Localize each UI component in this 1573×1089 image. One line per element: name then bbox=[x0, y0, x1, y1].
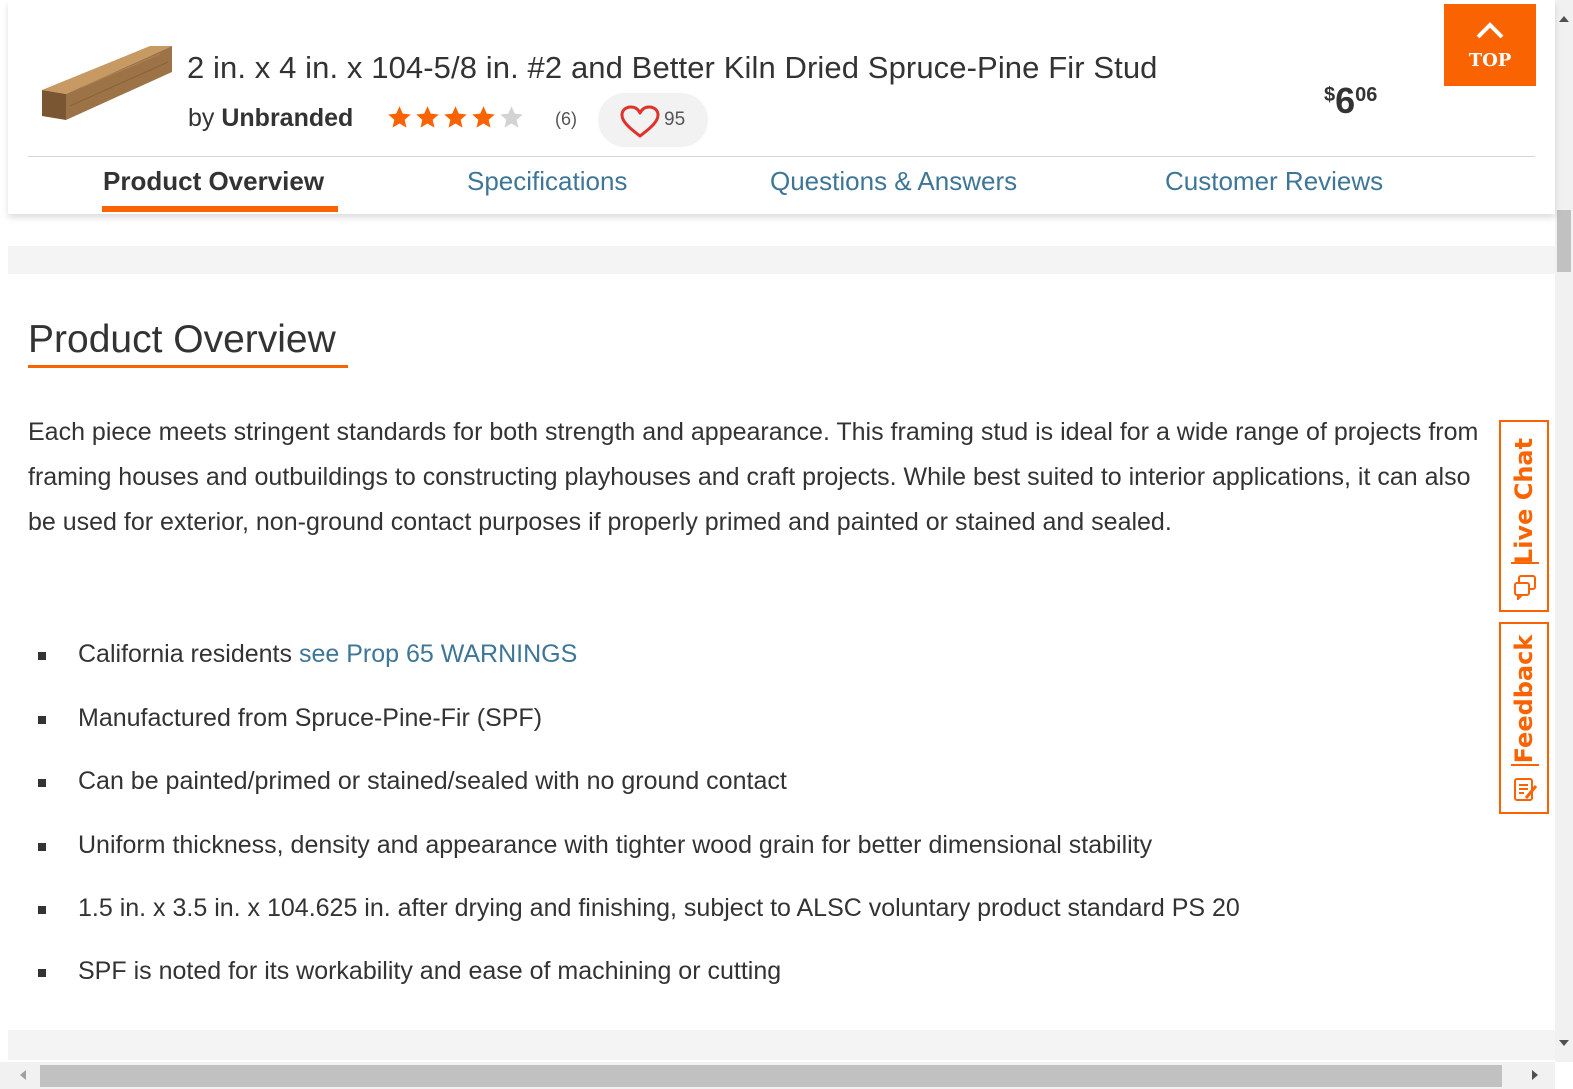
section-title-underline bbox=[28, 365, 348, 368]
section-separator bbox=[8, 246, 1555, 274]
price-dollars: 6 bbox=[1335, 80, 1356, 121]
heart-icon bbox=[620, 105, 660, 138]
star-icon bbox=[500, 106, 523, 128]
feedback-separator bbox=[1511, 764, 1539, 766]
bullet-marker bbox=[38, 969, 46, 977]
brand-byline: by Unbranded bbox=[188, 104, 353, 133]
bullet-marker bbox=[38, 652, 46, 660]
list-item-text: Uniform thickness, density and appearanc… bbox=[78, 831, 1153, 859]
feedback-label: Feedback bbox=[1510, 634, 1538, 764]
price-currency: $ bbox=[1324, 84, 1336, 106]
sticky-product-header: 2 in. x 4 in. x 104-5/8 in. #2 and Bette… bbox=[8, 0, 1555, 214]
product-thumbnail[interactable] bbox=[40, 42, 176, 124]
scroll-down-arrow-icon[interactable] bbox=[1558, 1038, 1570, 1048]
feedback-tab[interactable]: Feedback bbox=[1499, 622, 1549, 814]
product-description: Each piece meets stringent standards for… bbox=[28, 418, 1479, 536]
live-chat-separator bbox=[1511, 562, 1539, 564]
star-rating[interactable] bbox=[386, 104, 526, 131]
favorites-count: 95 bbox=[664, 109, 686, 130]
by-prefix: by bbox=[188, 104, 215, 132]
chevron-up-icon bbox=[1476, 22, 1504, 39]
product-price: $606 bbox=[1324, 80, 1377, 122]
list-item-text: SPF is noted for its workability and eas… bbox=[78, 957, 782, 985]
bullet-marker bbox=[38, 779, 46, 787]
star-icon bbox=[388, 106, 411, 128]
favorite-button[interactable]: 95 bbox=[598, 93, 708, 147]
tab-customer-reviews[interactable]: Customer Reviews bbox=[1165, 166, 1383, 197]
prop65-warnings-link[interactable]: see Prop 65 WARNINGS bbox=[299, 640, 577, 668]
top-label: TOP bbox=[1468, 50, 1512, 71]
chat-bubbles-icon bbox=[1514, 575, 1536, 600]
review-count[interactable]: (6) bbox=[555, 109, 577, 130]
tab-questions-answers[interactable]: Questions & Answers bbox=[770, 166, 1017, 197]
live-chat-tab[interactable]: Live Chat bbox=[1499, 420, 1549, 612]
prop65-prefix: California residents bbox=[78, 640, 292, 668]
active-tab-indicator bbox=[102, 206, 338, 212]
price-cents: 06 bbox=[1355, 84, 1378, 106]
star-icon bbox=[416, 106, 439, 128]
brand-link[interactable]: Unbranded bbox=[221, 104, 353, 132]
scroll-left-arrow-icon[interactable] bbox=[18, 1069, 28, 1081]
list-item-text: Manufactured from Spruce-Pine-Fir (SPF) bbox=[78, 704, 543, 732]
back-to-top-button[interactable]: TOP bbox=[1444, 4, 1536, 86]
bullet-marker bbox=[38, 843, 46, 851]
live-chat-label: Live Chat bbox=[1510, 437, 1538, 565]
bullet-marker bbox=[38, 716, 46, 724]
scroll-right-arrow-icon[interactable] bbox=[1530, 1069, 1540, 1081]
list-item-text: 1.5 in. x 3.5 in. x 104.625 in. after dr… bbox=[78, 894, 1240, 922]
scroll-up-arrow-icon[interactable] bbox=[1558, 14, 1570, 24]
star-icon bbox=[472, 106, 495, 128]
header-divider bbox=[28, 156, 1535, 157]
horizontal-scrollbar-thumb[interactable] bbox=[40, 1065, 1502, 1087]
vertical-scrollbar-thumb[interactable] bbox=[1557, 210, 1571, 272]
bullet-marker bbox=[38, 906, 46, 914]
prop65-item: California residents see Prop 65 WARNING… bbox=[78, 640, 577, 669]
list-item-text: Can be painted/primed or stained/sealed … bbox=[78, 767, 787, 795]
vertical-scrollbar[interactable] bbox=[1555, 0, 1573, 1062]
product-title: 2 in. x 4 in. x 104-5/8 in. #2 and Bette… bbox=[187, 50, 1158, 85]
section-separator-bottom bbox=[8, 1030, 1555, 1060]
clipboard-pencil-icon bbox=[1514, 778, 1538, 801]
star-icon bbox=[444, 106, 467, 128]
section-title: Product Overview bbox=[28, 318, 336, 361]
tab-specifications[interactable]: Specifications bbox=[467, 166, 627, 197]
tab-product-overview[interactable]: Product Overview bbox=[103, 166, 324, 197]
